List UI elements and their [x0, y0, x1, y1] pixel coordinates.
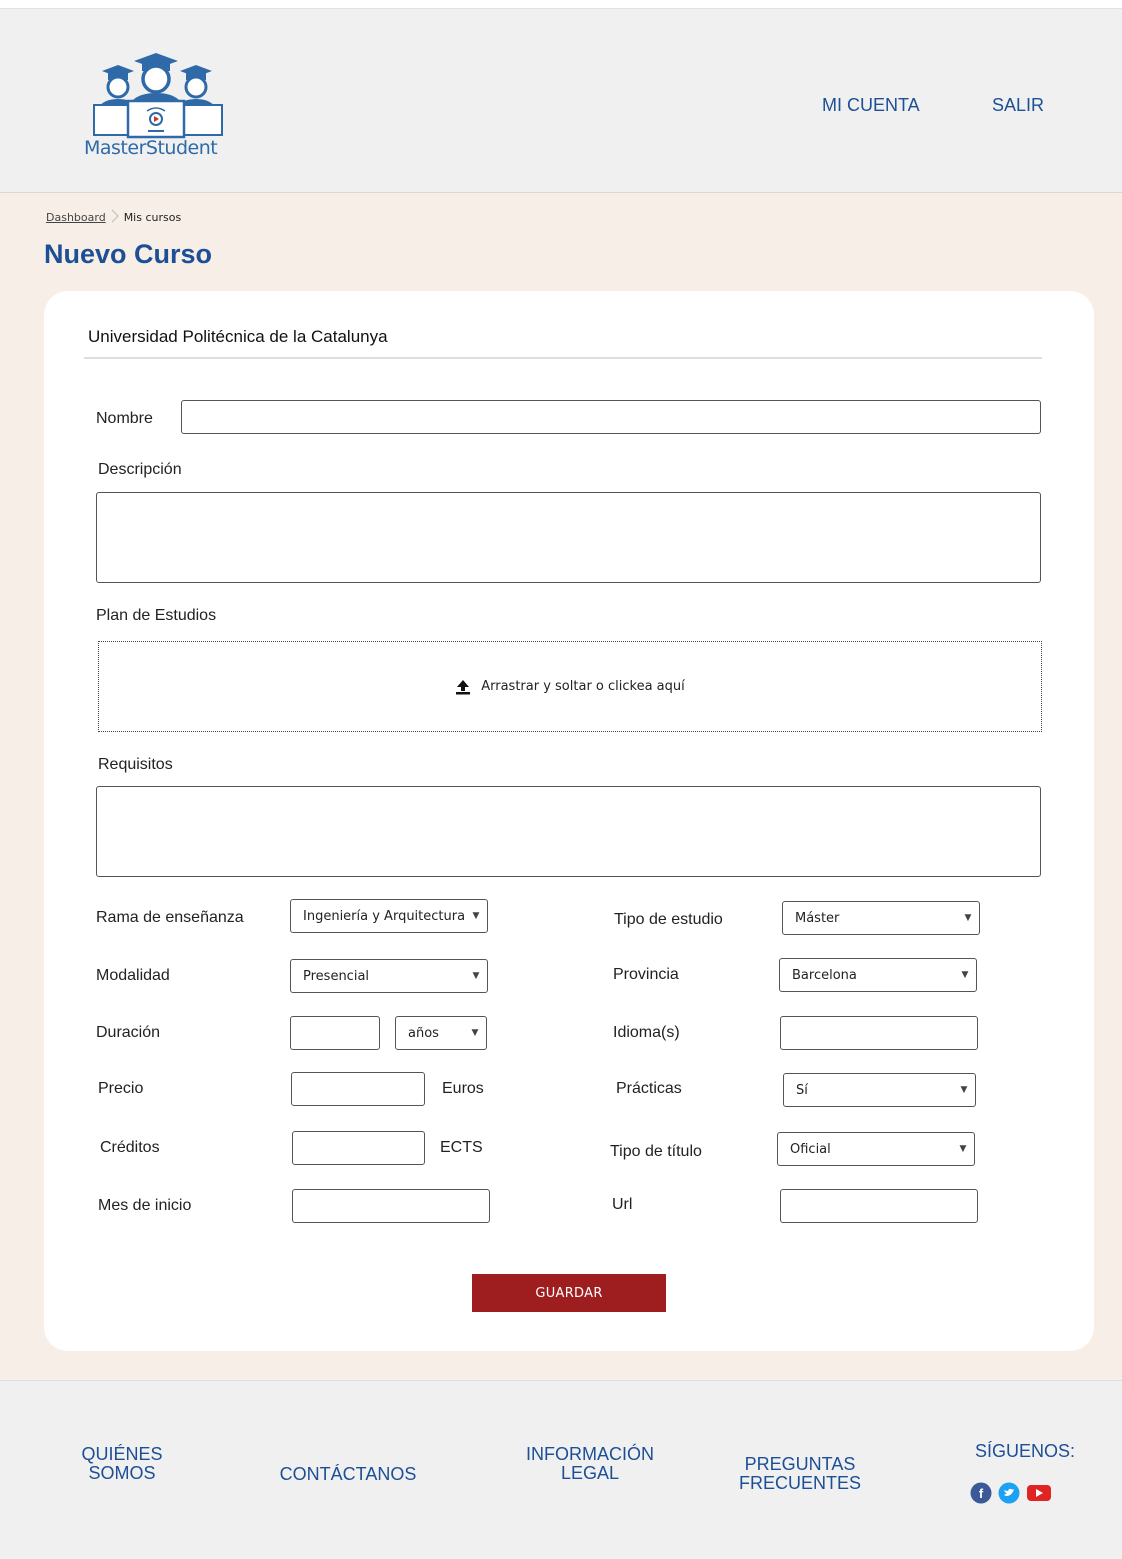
youtube-icon[interactable]: [1026, 1482, 1052, 1509]
descripcion-label: Descripción: [98, 461, 182, 478]
page-title: Nuevo Curso: [44, 239, 213, 269]
footer: QUIÉNES SOMOS CONTÁCTANOS INFORMACIÓN LE…: [0, 1380, 1122, 1559]
creditos-label: Créditos: [100, 1139, 160, 1156]
save-button[interactable]: GUARDAR: [472, 1274, 666, 1312]
chevron-down-icon: ▼: [959, 1144, 967, 1154]
creditos-input[interactable]: [292, 1131, 425, 1165]
footer-faq-link[interactable]: PREGUNTAS FRECUENTES: [724, 1455, 876, 1493]
logo-text: MasterStudent: [84, 137, 218, 159]
footer-follow-label: SÍGUENOS:: [974, 1441, 1076, 1461]
mes-inicio-label: Mes de inicio: [98, 1197, 192, 1214]
footer-about-line2: SOMOS: [88, 1463, 156, 1483]
rama-select-value: Ingeniería y Arquitectura: [303, 908, 465, 924]
descripcion-textarea[interactable]: [96, 492, 1041, 583]
provincia-value: Barcelona: [792, 967, 857, 983]
footer-faq-line2: FRECUENTES: [738, 1473, 861, 1493]
rama-label: Rama de enseñanza: [96, 909, 244, 926]
footer-about-link[interactable]: QUIÉNES SOMOS: [70, 1445, 174, 1483]
svg-text:f: f: [979, 1486, 984, 1501]
duracion-unit-value: años: [408, 1025, 439, 1041]
chevron-down-icon: ▼: [960, 1085, 968, 1095]
tipo-estudio-value: Máster: [795, 910, 840, 926]
footer-legal-link[interactable]: INFORMACIÓN LEGAL: [512, 1445, 668, 1483]
university-name: Universidad Politécnica de la Catalunya: [88, 327, 388, 346]
tipo-estudio-select[interactable]: Máster ▼: [782, 901, 980, 935]
tipo-estudio-label: Tipo de estudio: [614, 911, 723, 928]
footer-faq-line1: PREGUNTAS: [744, 1454, 856, 1474]
chevron-right-icon: [111, 209, 119, 226]
rama-select[interactable]: Ingeniería y Arquitectura ▼: [290, 899, 488, 933]
duracion-unit-select[interactable]: años ▼: [395, 1016, 487, 1050]
plan-label: Plan de Estudios: [96, 607, 217, 624]
social-links: f: [970, 1482, 1052, 1509]
header: MasterStudent MI CUENTA SALIR: [0, 8, 1122, 193]
url-input[interactable]: [780, 1189, 978, 1223]
provincia-label: Provincia: [613, 966, 679, 983]
modalidad-select-value: Presencial: [303, 968, 370, 984]
my-account-link[interactable]: MI CUENTA: [822, 95, 920, 116]
requisitos-label: Requisitos: [98, 756, 173, 773]
duracion-label: Duración: [96, 1024, 161, 1041]
idioma-label: Idioma(s): [613, 1024, 680, 1041]
breadcrumb-current: Mis cursos: [123, 211, 182, 224]
main-content: Dashboard Mis cursos Nuevo Curso Univers…: [0, 193, 1122, 1380]
modalidad-select[interactable]: Presencial ▼: [290, 959, 488, 993]
divider: [84, 357, 1042, 359]
breadcrumb-dashboard-link[interactable]: Dashboard: [46, 211, 106, 224]
graduates-logo-icon: [93, 53, 223, 139]
tipo-titulo-label: Tipo de título: [610, 1143, 702, 1160]
footer-contact-link[interactable]: CONTÁCTANOS: [268, 1465, 428, 1484]
facebook-icon[interactable]: f: [970, 1482, 992, 1509]
nombre-input[interactable]: [181, 400, 1041, 434]
precio-unit: Euros: [442, 1080, 484, 1097]
nombre-label: Nombre: [96, 410, 153, 427]
twitter-icon[interactable]: [998, 1482, 1020, 1509]
logo[interactable]: MasterStudent: [84, 53, 234, 173]
mes-inicio-input[interactable]: [292, 1189, 490, 1223]
breadcrumb: Dashboard Mis cursos: [46, 209, 181, 226]
chevron-down-icon: ▼: [472, 911, 480, 921]
practicas-select[interactable]: Sí ▼: [783, 1073, 976, 1107]
chevron-down-icon: ▼: [964, 913, 972, 923]
chevron-down-icon: ▼: [961, 970, 969, 980]
provincia-select[interactable]: Barcelona ▼: [779, 958, 977, 992]
footer-legal-line2: LEGAL: [560, 1463, 620, 1483]
precio-label: Precio: [98, 1080, 144, 1097]
practicas-label: Prácticas: [616, 1080, 682, 1097]
plan-dropzone[interactable]: Arrastrar y soltar o clickea aquí: [98, 641, 1042, 732]
footer-legal-line1: INFORMACIÓN: [526, 1444, 654, 1464]
tipo-titulo-select[interactable]: Oficial ▼: [777, 1132, 975, 1166]
precio-input[interactable]: [291, 1072, 425, 1106]
upload-icon: [456, 679, 471, 694]
modalidad-label: Modalidad: [96, 967, 170, 984]
url-label: Url: [612, 1196, 633, 1213]
tipo-titulo-value: Oficial: [790, 1141, 831, 1157]
duracion-input[interactable]: [290, 1016, 380, 1050]
footer-about-line1: QUIÉNES: [81, 1444, 163, 1464]
dropzone-text: Arrastrar y soltar o clickea aquí: [481, 679, 685, 694]
idioma-input[interactable]: [780, 1016, 978, 1050]
creditos-unit: ECTS: [440, 1139, 483, 1156]
course-form-card: Universidad Politécnica de la Catalunya …: [44, 291, 1094, 1351]
chevron-down-icon: ▼: [471, 1028, 479, 1038]
practicas-value: Sí: [796, 1082, 808, 1098]
logout-link[interactable]: SALIR: [992, 95, 1044, 116]
requisitos-textarea[interactable]: [96, 786, 1041, 877]
chevron-down-icon: ▼: [472, 971, 480, 981]
